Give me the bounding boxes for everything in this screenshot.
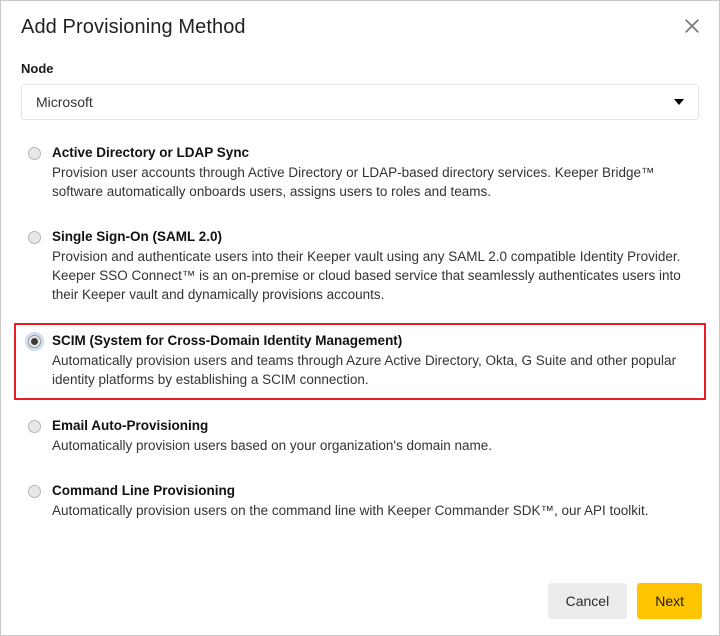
radio-command-line-provisioning[interactable] (28, 484, 41, 498)
node-label: Node (21, 61, 54, 76)
option-title: Command Line Provisioning (52, 482, 236, 498)
option-description: Automatically provision users on the com… (52, 502, 649, 518)
next-button[interactable]: Next (637, 583, 702, 619)
cancel-button[interactable]: Cancel (547, 583, 628, 619)
provisioning-method-options: Active Directory or LDAP Sync Provision … (1, 120, 719, 528)
option-scim[interactable]: SCIM (System for Cross-Domain Identity M… (14, 322, 706, 400)
option-description: Automatically provision users and teams … (52, 352, 677, 387)
option-text: Email Auto-Provisioning Automatically pr… (52, 417, 691, 455)
close-icon (684, 18, 700, 34)
radio-email-auto-provisioning[interactable] (28, 419, 41, 433)
option-description: Provision user accounts through Active D… (52, 164, 655, 199)
chevron-down-icon (674, 98, 684, 105)
radio-single-sign-on-saml[interactable] (28, 230, 41, 244)
option-email-auto-provisioning[interactable]: Email Auto-Provisioning Automatically pr… (21, 409, 699, 463)
radio-scim[interactable] (28, 334, 41, 348)
page-title: Add Provisioning Method (21, 16, 246, 38)
close-button[interactable] (677, 11, 707, 41)
option-title: Email Auto-Provisioning (52, 417, 209, 433)
node-select-value: Microsoft (36, 93, 93, 110)
dialog-header: Add Provisioning Method (1, 1, 719, 53)
option-text: Single Sign-On (SAML 2.0) Provision and … (52, 228, 691, 304)
option-command-line-provisioning[interactable]: Command Line Provisioning Automatically … (21, 474, 699, 528)
option-text: Active Directory or LDAP Sync Provision … (52, 144, 691, 201)
option-text: SCIM (System for Cross-Domain Identity M… (52, 332, 692, 389)
dialog-footer: Cancel Next (1, 567, 719, 635)
option-active-directory-ldap-sync[interactable]: Active Directory or LDAP Sync Provision … (21, 136, 699, 209)
node-select[interactable]: Microsoft (21, 83, 699, 120)
option-text: Command Line Provisioning Automatically … (52, 482, 691, 520)
radio-active-directory-ldap-sync[interactable] (28, 146, 41, 160)
option-title: SCIM (System for Cross-Domain Identity M… (52, 332, 403, 348)
option-single-sign-on-saml[interactable]: Single Sign-On (SAML 2.0) Provision and … (21, 220, 699, 312)
option-description: Automatically provision users based on y… (52, 437, 493, 453)
node-field-group: Node Microsoft (1, 53, 719, 120)
option-description: Provision and authenticate users into th… (52, 248, 681, 302)
option-title: Single Sign-On (SAML 2.0) (52, 228, 223, 244)
add-provisioning-method-dialog: Add Provisioning Method Node Microsoft A… (0, 0, 720, 636)
option-title: Active Directory or LDAP Sync (52, 144, 250, 160)
